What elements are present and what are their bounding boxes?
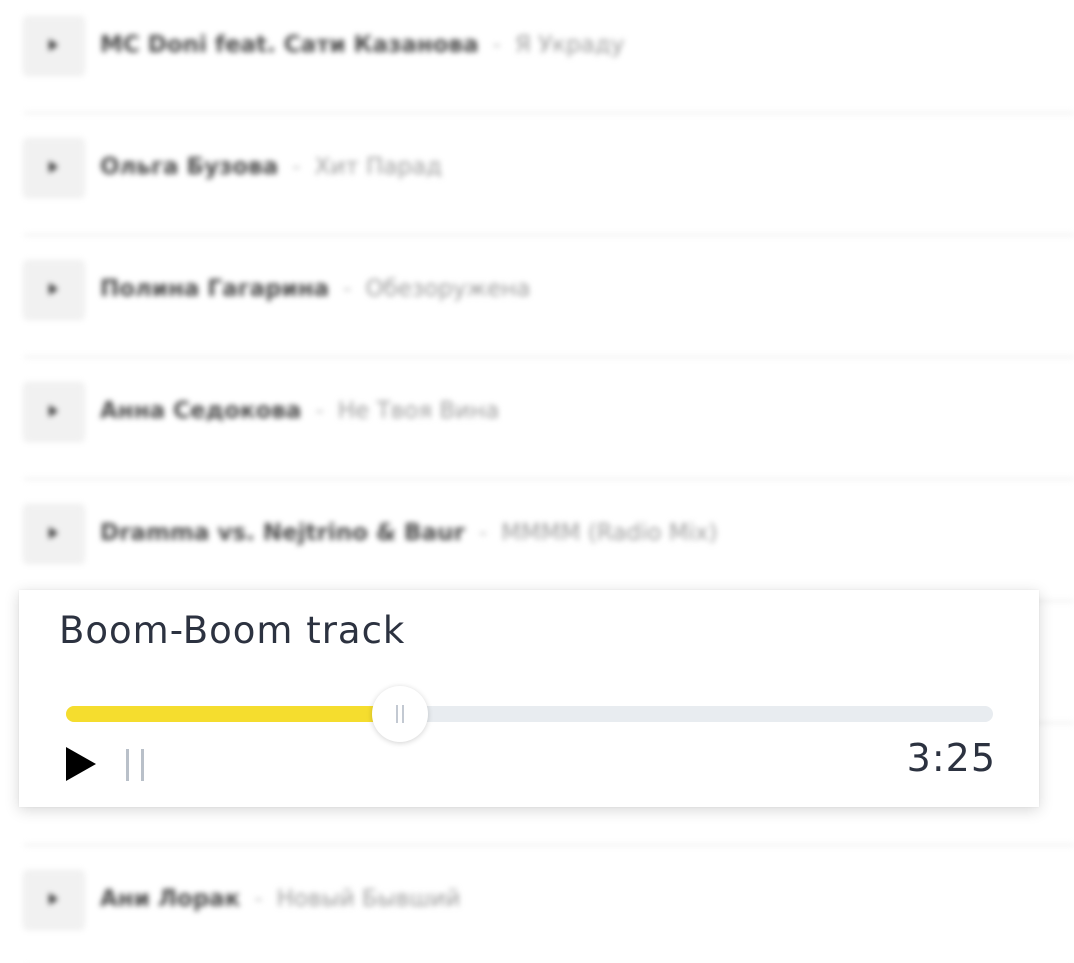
- play-icon: [49, 283, 58, 295]
- track-separator: -: [254, 886, 263, 912]
- track-play-button[interactable]: [24, 870, 84, 928]
- track-artist: Ольга Бузова: [100, 154, 279, 180]
- list-item[interactable]: Ольга Бузова - Хит Парад: [24, 114, 1074, 236]
- grip-line: [396, 705, 398, 723]
- track-title: Я Украду: [514, 32, 625, 58]
- pause-button[interactable]: [124, 748, 148, 782]
- pause-icon: [126, 749, 144, 781]
- playlist: MC Doni feat. Сати Казанова - Я Украду Оль…: [0, 0, 1074, 963]
- play-icon: [49, 161, 58, 173]
- track-title: Хит Парад: [314, 154, 442, 180]
- play-icon: [49, 893, 58, 905]
- grip-line: [402, 705, 404, 723]
- track-label: Полина Гагарина - Обезоружена: [100, 274, 530, 304]
- track-artist: Ани Лорак: [100, 886, 241, 912]
- list-item[interactable]: MC Doni feat. Сати Казанова - Я Украду: [24, 0, 1074, 114]
- track-label: Dramma vs. Nejtrino & Baur - MMMM (Radio M…: [100, 518, 718, 548]
- progress-fill: [66, 706, 400, 722]
- time-display: 3:25: [906, 736, 996, 780]
- track-artist: Полина Гагарина: [100, 276, 330, 302]
- progress-handle[interactable]: [372, 686, 428, 742]
- track-title: Не Твоя Вина: [337, 398, 500, 424]
- track-separator: -: [478, 520, 488, 546]
- list-item[interactable]: Ани Лорак - Новый Бывший: [24, 846, 1074, 963]
- track-artist: MC Doni feat. Сати Казанова: [100, 32, 479, 58]
- play-icon: [49, 405, 58, 417]
- track-separator: -: [343, 276, 352, 302]
- track-label: Ольга Бузова - Хит Парад: [100, 152, 442, 182]
- track-play-button[interactable]: [24, 16, 84, 74]
- list-item[interactable]: Полина Гагарина - Обезоружена: [24, 236, 1074, 358]
- player-card: Boom-Boom track 3:25: [19, 590, 1039, 807]
- music-player-screen: MC Doni feat. Сати Казанова - Я Украду Оль…: [0, 0, 1074, 963]
- track-title: Обезоружена: [365, 276, 531, 302]
- track-play-button[interactable]: [24, 138, 84, 196]
- track-play-button[interactable]: [24, 382, 84, 440]
- play-icon: [49, 527, 58, 539]
- track-play-button[interactable]: [24, 260, 84, 318]
- track-artist: Анна Седокова: [100, 398, 302, 424]
- track-label: MC Doni feat. Сати Казанова - Я Украду: [100, 30, 624, 60]
- play-icon: [66, 747, 96, 781]
- track-title: Новый Бывший: [276, 886, 461, 912]
- track-title: MMMM (Radio Mix): [501, 520, 718, 546]
- play-button[interactable]: [65, 746, 97, 782]
- progress-bar[interactable]: [66, 686, 993, 742]
- play-icon: [49, 39, 58, 51]
- player-title: Boom-Boom track: [59, 609, 406, 652]
- list-item[interactable]: Анна Седокова - Не Твоя Вина: [24, 358, 1074, 480]
- track-separator: -: [492, 32, 501, 58]
- track-label: Ани Лорак - Новый Бывший: [100, 884, 460, 914]
- track-play-button[interactable]: [24, 504, 84, 562]
- list-item[interactable]: Dramma vs. Nejtrino & Baur - MMMM (Radio M…: [24, 480, 1074, 602]
- track-separator: -: [292, 154, 301, 180]
- track-label: Анна Седокова - Не Твоя Вина: [100, 396, 499, 426]
- track-artist: Dramma vs. Nejtrino & Baur: [100, 520, 465, 546]
- track-separator: -: [315, 398, 324, 424]
